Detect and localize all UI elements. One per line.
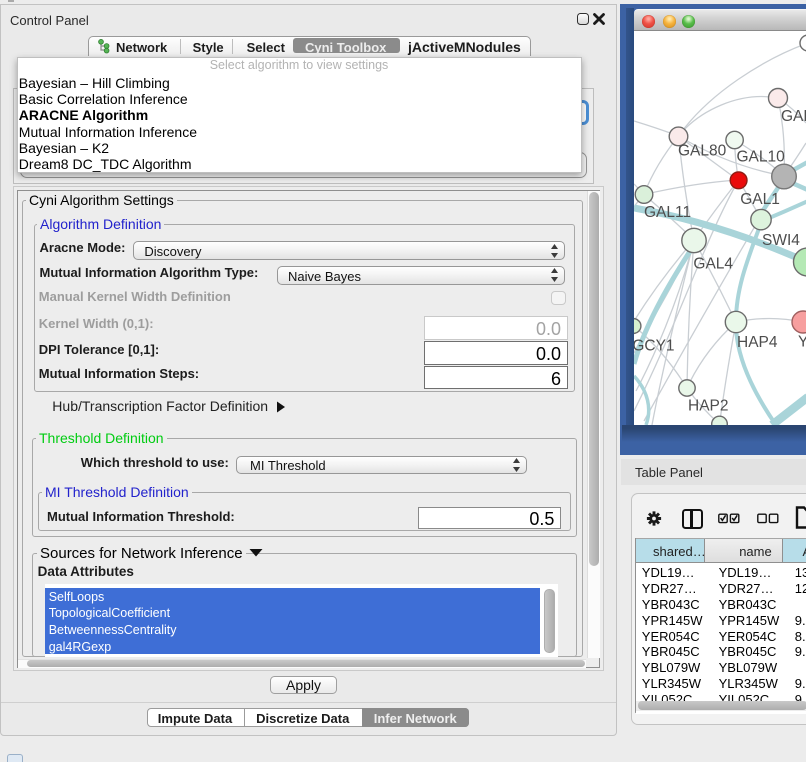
svg-text:SWI4: SWI4 [762,232,800,249]
svg-text:GAL1: GAL1 [740,191,780,208]
svg-text:GAL11: GAL11 [644,204,691,221]
svg-text:Y: Y [798,334,806,351]
svg-text:GAL10: GAL10 [737,149,786,166]
svg-text:GAL80: GAL80 [678,143,727,160]
svg-text:HAP2: HAP2 [688,398,729,415]
svg-text:GAL4: GAL4 [693,255,733,272]
svg-text:GCY1: GCY1 [634,338,675,355]
svg-text:HAP4: HAP4 [737,334,778,351]
svg-text:GAL2: GAL2 [781,108,806,125]
